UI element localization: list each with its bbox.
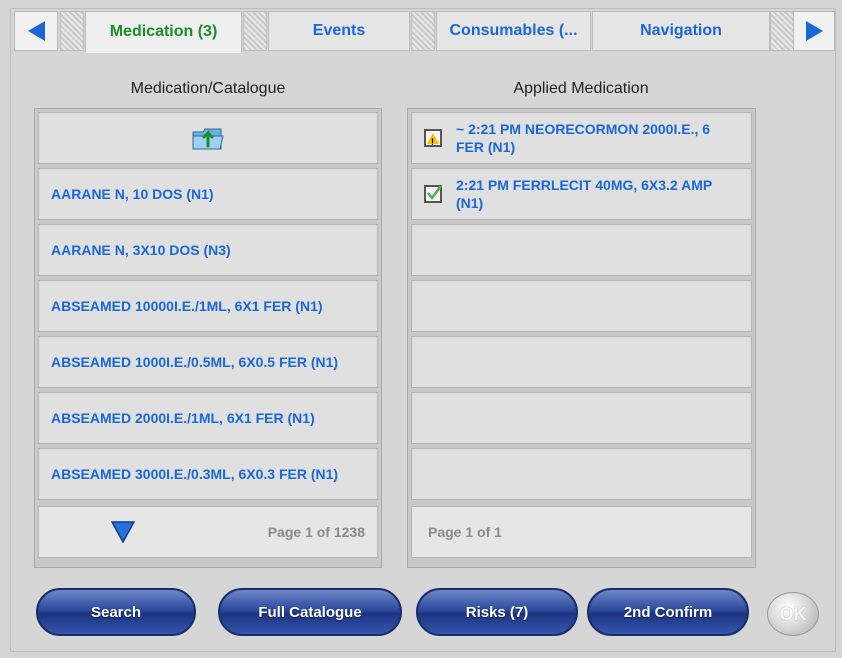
confirmed-checkbox[interactable] <box>424 185 442 203</box>
catalogue-item[interactable]: AARANE N, 3X10 DOS (N3) <box>38 224 378 276</box>
empty-row <box>411 224 752 276</box>
applied-medication-heading: Applied Medication <box>513 80 649 97</box>
applied-item[interactable]: ~ 2:21 PM NEORECORMON 2000I.E., 6 FER (N… <box>411 112 752 164</box>
folder-up-icon <box>192 128 224 150</box>
tab-navigation[interactable]: Navigation <box>592 11 770 51</box>
applied-pager: Page 1 of 1 <box>411 506 752 558</box>
tab-separator <box>411 11 435 51</box>
warning-icon <box>427 132 439 151</box>
applied-page-indicator: Page 1 of 1 <box>428 524 502 540</box>
parent-folder-button[interactable] <box>38 112 378 164</box>
catalogue-item[interactable]: ABSEAMED 3000I.E./0.3ML, 6X0.3 FER (N1) <box>38 448 378 500</box>
previous-tab-button[interactable] <box>14 11 58 51</box>
applied-medication-list: ~ 2:21 PM NEORECORMON 2000I.E., 6 FER (N… <box>407 108 756 568</box>
catalogue-item[interactable]: ABSEAMED 1000I.E./0.5ML, 6X0.5 FER (N1) <box>38 336 378 388</box>
empty-row <box>411 280 752 332</box>
full-catalogue-button[interactable]: Full Catalogue <box>218 588 402 636</box>
catalogue-pager: Page 1 of 1238 <box>38 506 378 558</box>
tab-separator <box>770 11 794 51</box>
risks-button[interactable]: Risks (7) <box>416 588 578 636</box>
tab-consumables[interactable]: Consumables (... <box>436 11 591 51</box>
empty-row <box>411 336 752 388</box>
search-button[interactable]: Search <box>36 588 196 636</box>
tab-separator <box>60 11 84 51</box>
empty-row <box>411 392 752 444</box>
page-down-icon[interactable] <box>111 521 135 543</box>
arrow-right-icon <box>805 21 823 41</box>
checkmark-icon <box>427 185 442 201</box>
arrow-left-icon <box>27 21 45 41</box>
warning-checkbox[interactable] <box>424 129 442 151</box>
catalogue-heading: Medication/Catalogue <box>130 80 286 97</box>
tab-separator <box>243 11 267 51</box>
applied-item[interactable]: 2:21 PM FERRLECIT 40MG, 6X3.2 AMP (N1) <box>411 168 752 220</box>
tab-medication[interactable]: Medication (3) <box>85 11 242 53</box>
empty-row <box>411 448 752 500</box>
ok-button[interactable]: OK <box>767 592 819 636</box>
tab-events[interactable]: Events <box>268 11 410 51</box>
catalogue-item[interactable]: AARANE N, 10 DOS (N1) <box>38 168 378 220</box>
catalogue-page-indicator: Page 1 of 1238 <box>267 524 365 540</box>
second-confirm-button[interactable]: 2nd Confirm <box>587 588 749 636</box>
catalogue-item[interactable]: ABSEAMED 10000I.E./1ML, 6X1 FER (N1) <box>38 280 378 332</box>
catalogue-item[interactable]: ABSEAMED 2000I.E./1ML, 6X1 FER (N1) <box>38 392 378 444</box>
catalogue-list: AARANE N, 10 DOS (N1) AARANE N, 3X10 DOS… <box>34 108 382 568</box>
next-tab-button[interactable] <box>793 11 835 51</box>
